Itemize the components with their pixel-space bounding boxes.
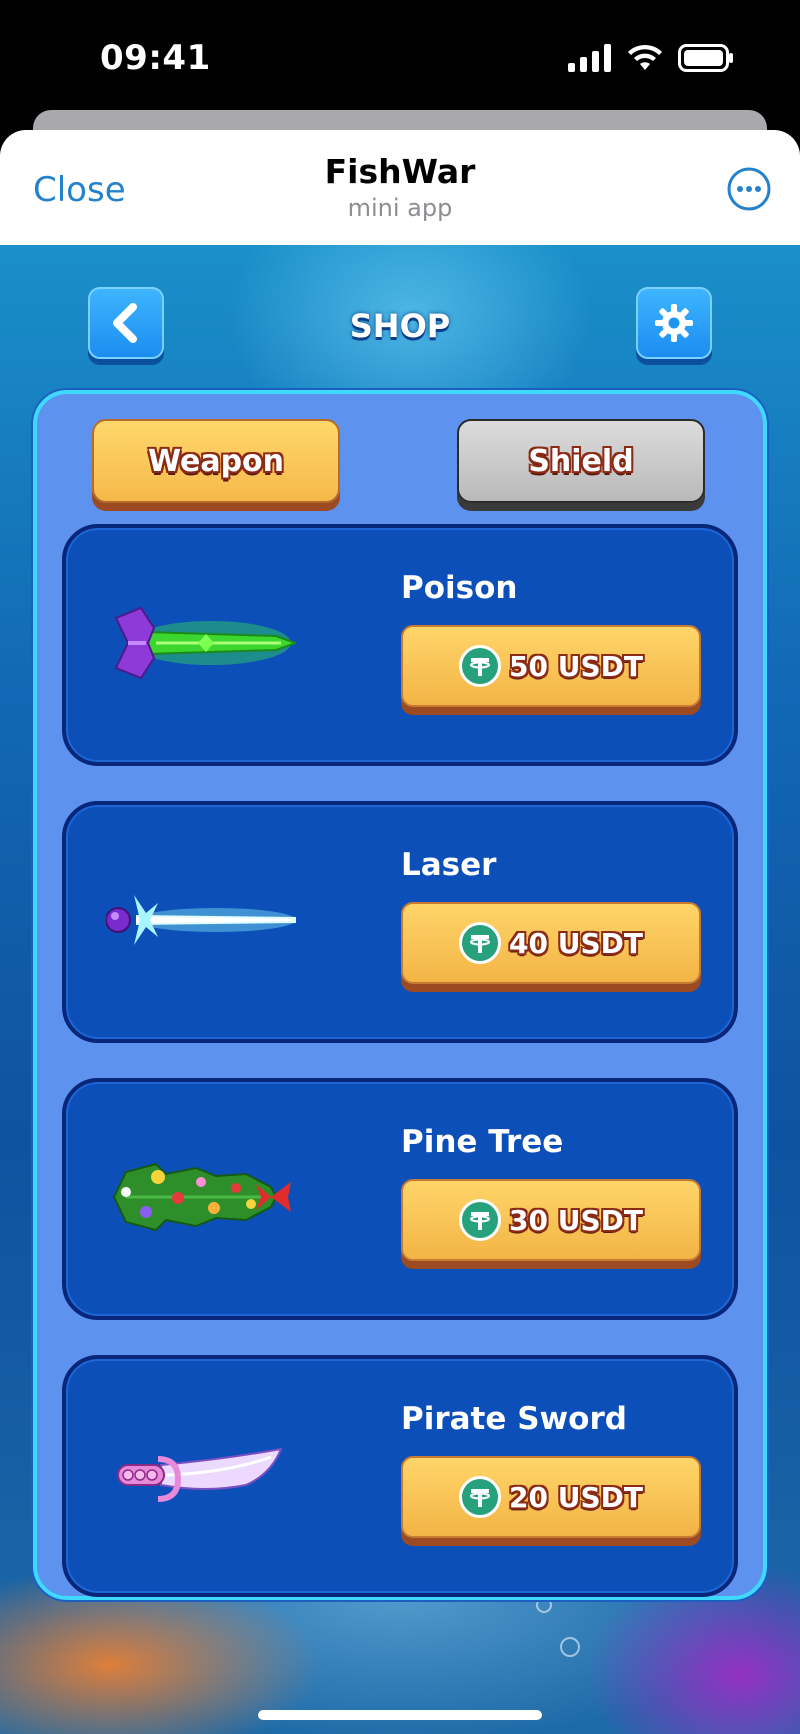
usdt-icon [459,1476,502,1518]
gear-icon [655,304,693,342]
game-view: SHOP Weapon Shield Poison 50 USDT Laser … [0,245,800,1734]
item-price: 30 USDT [509,1203,643,1237]
poison-sword-icon [114,606,296,680]
more-options-icon[interactable] [726,166,772,212]
item-name: Laser [401,847,497,883]
item-name: Poison [401,570,518,606]
settings-button[interactable] [636,287,712,359]
mini-app-header: Close FishWar mini app [0,130,800,245]
usdt-icon [459,645,502,687]
home-indicator[interactable] [258,1710,542,1720]
item-card-laser: Laser 40 USDT [62,801,738,1043]
tab-shield-label: Shield [528,443,634,479]
pine-tree-weapon-icon [112,1162,291,1232]
status-icons [568,44,734,72]
tab-weapon[interactable]: Weapon [92,419,340,503]
usdt-icon [459,1199,502,1241]
bubble-decoration [560,1637,580,1657]
laser-blade-icon [106,895,296,945]
status-time: 09:41 [100,38,211,78]
item-name: Pirate Sword [401,1401,627,1437]
shop-panel: Weapon Shield Poison 50 USDT Laser 40 US… [33,390,767,1600]
item-card-poison: Poison 50 USDT [62,524,738,766]
app-subtitle: mini app [347,194,453,222]
tab-weapon-label: Weapon [147,443,285,479]
tab-shield[interactable]: Shield [457,419,705,503]
item-card-pine-tree: Pine Tree 30 USDT [62,1078,738,1320]
status-bar: 09:41 [0,0,800,118]
usdt-icon [459,922,502,964]
item-price: 50 USDT [509,649,643,683]
buy-button-pirate-sword[interactable]: 20 USDT [401,1456,701,1538]
app-title: FishWar [324,152,476,191]
pirate-sword-icon [117,1447,283,1502]
item-price: 40 USDT [509,926,643,960]
item-name: Pine Tree [401,1124,564,1160]
cellular-signal-icon [568,44,611,72]
wifi-icon [628,44,662,70]
buy-button-poison[interactable]: 50 USDT [401,625,701,707]
item-card-pirate-sword: Pirate Sword 20 USDT [62,1355,738,1597]
buy-button-pine-tree[interactable]: 30 USDT [401,1179,701,1261]
battery-icon [678,44,733,72]
item-price: 20 USDT [509,1480,643,1514]
buy-button-laser[interactable]: 40 USDT [401,902,701,984]
